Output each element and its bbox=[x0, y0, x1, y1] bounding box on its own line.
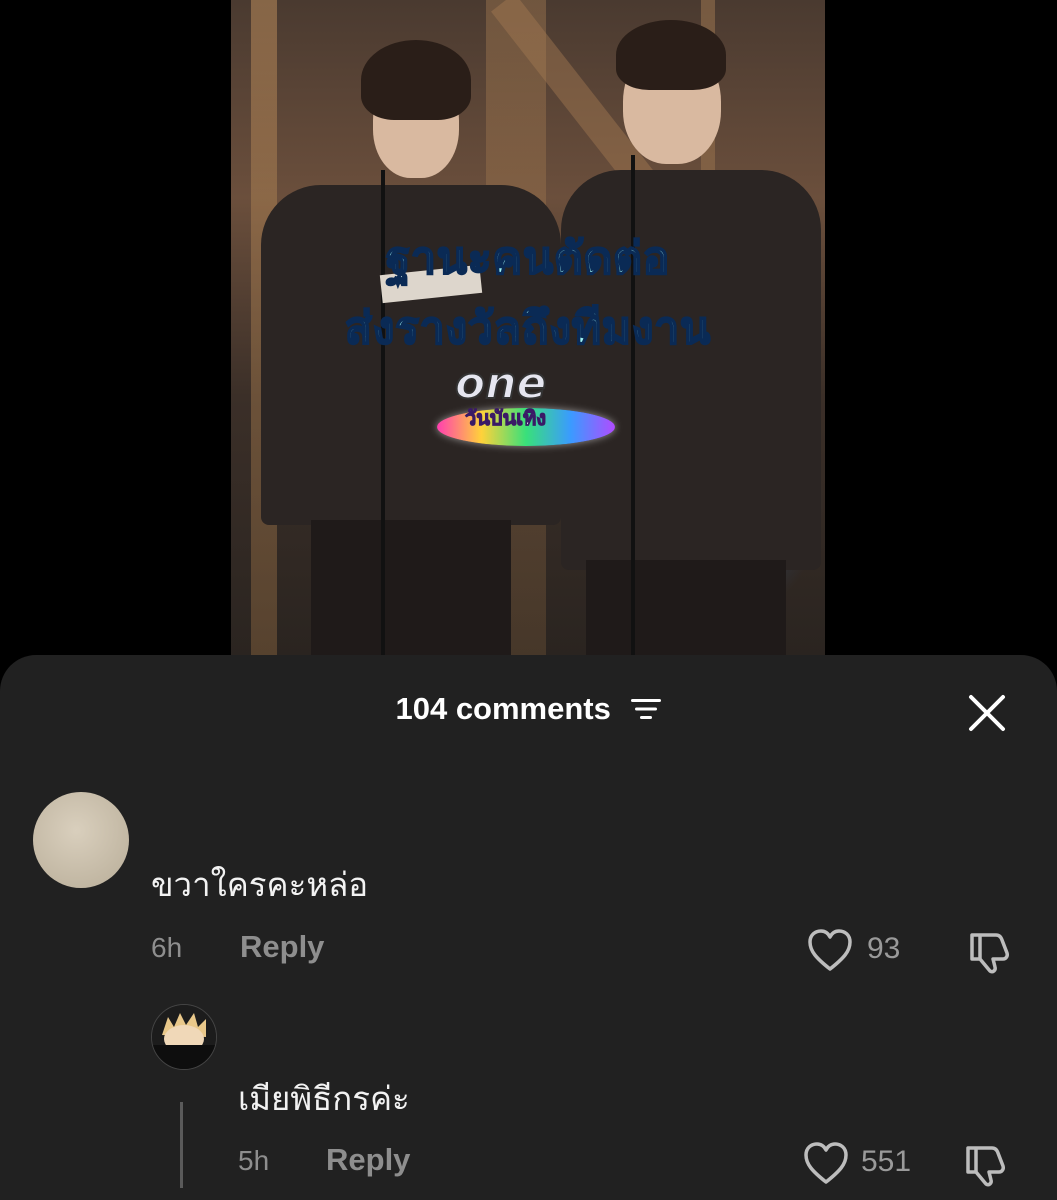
close-button[interactable] bbox=[966, 692, 1008, 734]
comment-timestamp: 6h bbox=[151, 932, 183, 963]
logo-subtitle: วันบันเทิง bbox=[464, 406, 547, 431]
like-button[interactable] bbox=[802, 1140, 850, 1190]
close-x-icon bbox=[969, 695, 1005, 731]
like-count: 551 bbox=[861, 1145, 912, 1178]
comments-title[interactable]: 104 comments bbox=[0, 691, 1057, 727]
video-caption-line-1: ฐานะคนตัดต่อ bbox=[385, 232, 671, 285]
commenter-avatar[interactable] bbox=[151, 1004, 217, 1070]
comment-timestamp: 5h bbox=[238, 1145, 270, 1176]
thread-line bbox=[180, 1102, 183, 1188]
avatar-image-icon bbox=[152, 1005, 216, 1069]
video-frame[interactable]: ฐานะคนตัดต่อ ส่งรางวัลถึงทีมงาน one วันบ… bbox=[231, 0, 825, 660]
like-count: 93 bbox=[867, 932, 901, 965]
video-caption-line-2: ส่งรางวัลถึงทีมงาน bbox=[344, 302, 712, 355]
comments-count-label: 104 comments bbox=[395, 691, 611, 726]
comment-text: เมียพิธีกรค่ะ bbox=[238, 1079, 410, 1118]
dislike-button[interactable] bbox=[966, 927, 1014, 979]
like-button[interactable] bbox=[806, 927, 854, 977]
comments-sheet: 104 comments ขวาใครคะหล่อ 6h Reply 93 เม… bbox=[0, 655, 1057, 1200]
show-logo: one วันบันเทิง bbox=[437, 357, 617, 450]
commenter-avatar[interactable] bbox=[33, 792, 129, 888]
sort-lines-icon[interactable] bbox=[630, 697, 662, 721]
heart-icon bbox=[808, 929, 852, 971]
comments-header: 104 comments bbox=[0, 655, 1057, 765]
comment-text: ขวาใครคะหล่อ bbox=[151, 865, 369, 904]
heart-icon bbox=[804, 1142, 848, 1184]
dislike-button[interactable] bbox=[962, 1140, 1010, 1192]
reply-button[interactable]: Reply bbox=[240, 929, 324, 965]
thumbs-down-icon bbox=[966, 1146, 1005, 1187]
reply-button[interactable]: Reply bbox=[326, 1142, 410, 1178]
thumbs-down-icon bbox=[970, 933, 1009, 974]
